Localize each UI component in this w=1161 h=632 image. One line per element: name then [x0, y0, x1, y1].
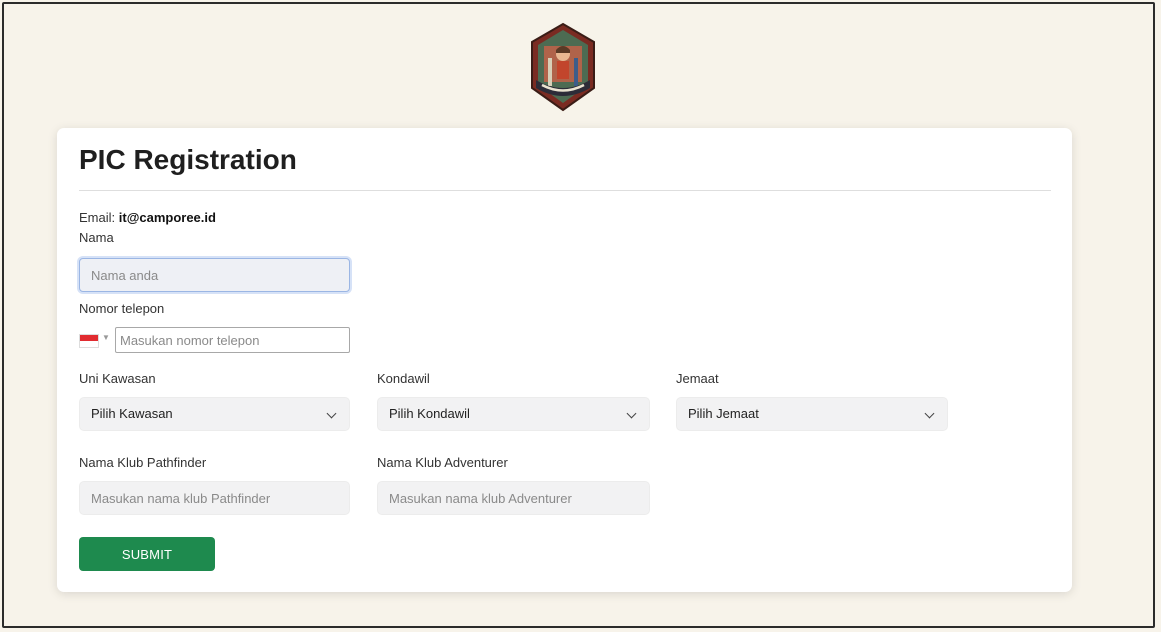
indonesia-flag-icon[interactable]	[79, 334, 99, 348]
uni-kawasan-select[interactable]: Pilih Kawasan	[79, 397, 350, 431]
phone-label: Nomor telepon	[79, 301, 165, 316]
niscada-badge-logo	[531, 22, 595, 112]
jemaat-selected: Pilih Jemaat	[688, 406, 759, 421]
email-label: Email:	[79, 210, 116, 225]
adventurer-club-input[interactable]	[377, 481, 650, 515]
title-divider	[79, 190, 1051, 191]
kondawil-select[interactable]: Pilih Kondawil	[377, 397, 650, 431]
kondawil-selected: Pilih Kondawil	[389, 406, 470, 421]
pathfinder-label: Nama Klub Pathfinder	[79, 455, 207, 470]
submit-button[interactable]: SUBMIT	[79, 537, 215, 571]
chevron-down-icon	[626, 408, 637, 419]
email-value: it@camporee.id	[118, 210, 216, 225]
page-title: PIC Registration	[79, 144, 297, 175]
jemaat-select[interactable]: Pilih Jemaat	[676, 397, 948, 431]
uni-kawasan-selected: Pilih Kawasan	[91, 406, 173, 421]
uni-kawasan-label: Uni Kawasan	[79, 371, 156, 386]
adventurer-label: Nama Klub Adventurer	[377, 455, 508, 470]
phone-input[interactable]	[115, 327, 350, 353]
chevron-down-icon	[924, 408, 935, 419]
jemaat-label: Jemaat	[676, 371, 719, 386]
chevron-down-icon	[326, 408, 337, 419]
chevron-down-icon[interactable]: ▼	[102, 333, 110, 342]
registration-card: PIC Registration Email: it@camporee.id N…	[57, 128, 1072, 592]
pathfinder-club-input[interactable]	[79, 481, 350, 515]
name-input[interactable]	[79, 258, 350, 292]
kondawil-label: Kondawil	[377, 371, 430, 386]
name-label: Nama	[79, 230, 114, 245]
email-info: Email: it@camporee.id	[79, 210, 216, 225]
